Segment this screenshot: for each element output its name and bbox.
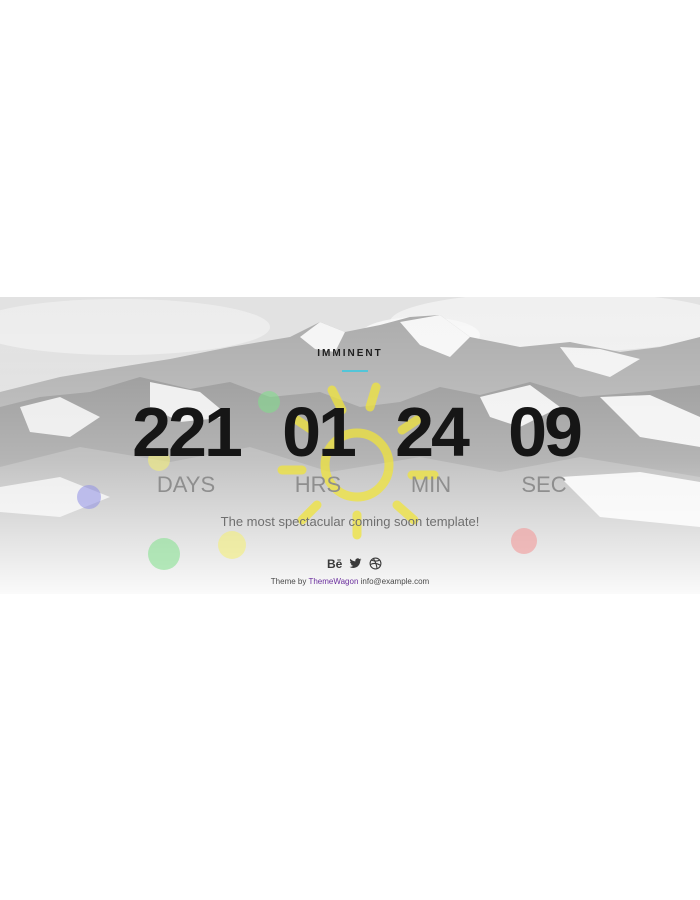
bubble-red — [511, 528, 537, 554]
dribbble-icon[interactable] — [369, 557, 382, 571]
bubble-green-large — [148, 538, 180, 570]
social-links: Bē — [320, 557, 390, 573]
twitter-icon[interactable] — [349, 557, 362, 571]
hero-section: IMMINENT 221 DAYS 01 HRS 24 MIN 09 SEC T… — [0, 297, 700, 594]
days-label: DAYS — [156, 472, 216, 497]
seconds-label: SEC — [521, 472, 567, 497]
footer-email[interactable]: info@example.com — [361, 577, 430, 586]
days-value: 221 — [132, 393, 243, 471]
seconds-value: 09 — [508, 393, 583, 471]
countdown-days: 221 DAYS — [111, 397, 261, 497]
footer-prefix: Theme by — [270, 577, 307, 586]
tagline: The most spectacular coming soon templat… — [220, 514, 480, 529]
footer-credits: Theme by ThemeWagon info@example.com — [0, 577, 700, 586]
brand-underline — [342, 370, 368, 372]
themewagon-link[interactable]: ThemeWagon — [308, 577, 358, 586]
bubble-yellow-large — [218, 531, 246, 559]
countdown-timer: 221 DAYS 01 HRS 24 MIN 09 SEC — [0, 397, 700, 507]
countdown-seconds: 09 SEC — [469, 397, 619, 497]
behance-icon[interactable]: Bē — [327, 557, 342, 571]
brand-title: IMMINENT — [317, 348, 383, 359]
page: IMMINENT 221 DAYS 01 HRS 24 MIN 09 SEC T… — [0, 0, 700, 900]
